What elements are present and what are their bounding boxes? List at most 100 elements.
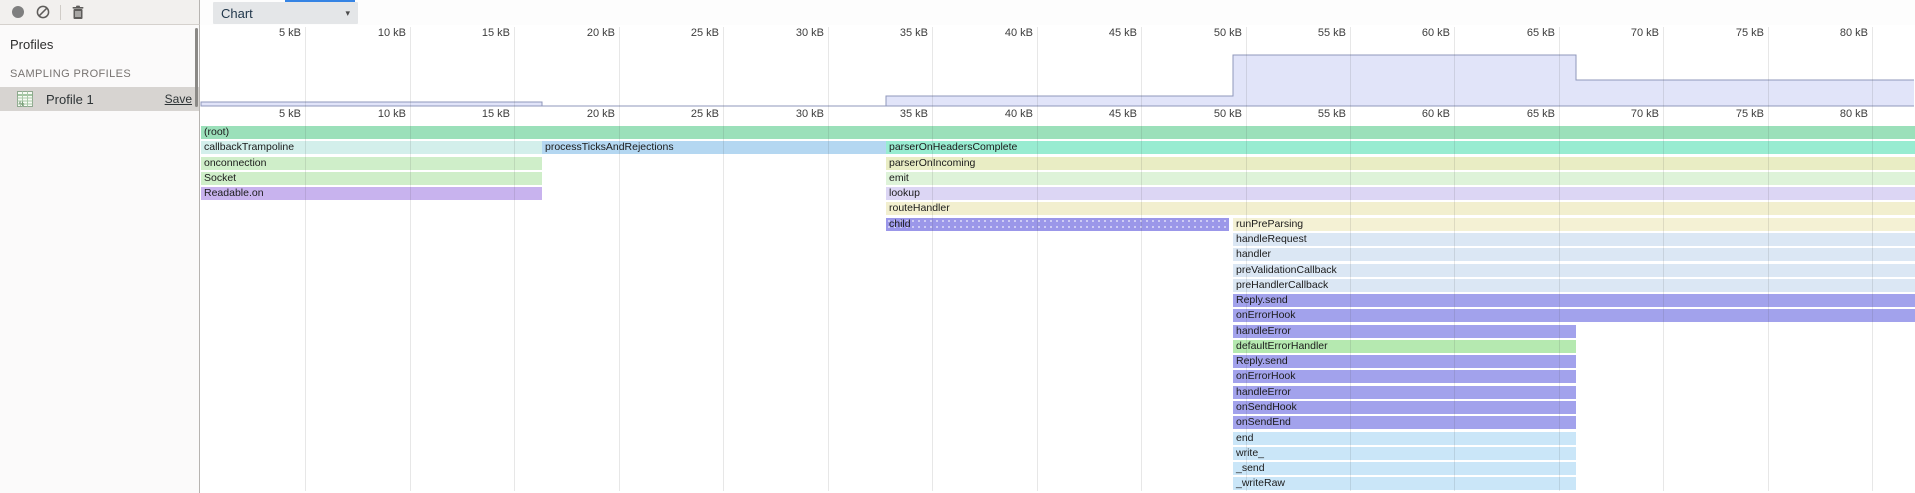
profiles-sidebar: Profiles SAMPLING PROFILES % Profile 1 S… [0, 25, 200, 493]
flame-segment[interactable]: onErrorHook [1233, 370, 1576, 383]
ruler-tick-label: 30 kB [764, 108, 824, 120]
flame-segment[interactable]: Readable.on [201, 187, 542, 200]
flame-segment[interactable]: emit [886, 172, 1915, 185]
flame-segment[interactable]: onSendHook [1233, 401, 1576, 414]
pane-splitter-scrollbar[interactable] [195, 28, 198, 107]
flame-segment[interactable]: handleRequest [1233, 233, 1915, 246]
flame-segment[interactable]: preValidationCallback [1233, 264, 1915, 277]
gridline [1872, 27, 1873, 491]
flame-segment[interactable]: handleError [1233, 325, 1576, 338]
ruler-tick-label: 75 kB [1704, 27, 1764, 39]
gridline [1768, 27, 1769, 491]
profile-name: Profile 1 [46, 92, 94, 107]
gridline [1141, 27, 1142, 491]
flame-segment[interactable]: onconnection [201, 157, 542, 170]
ruler-tick-label: 55 kB [1286, 108, 1346, 120]
ruler-tick-label: 25 kB [659, 108, 719, 120]
gridline [1246, 27, 1247, 491]
clear-button[interactable] [35, 4, 51, 20]
ruler-tick-label: 40 kB [973, 108, 1033, 120]
ruler-tick-label: 65 kB [1495, 27, 1555, 39]
flame-segment[interactable]: defaultErrorHandler [1233, 340, 1576, 353]
trash-icon [71, 5, 85, 20]
svg-text:%: % [19, 102, 25, 107]
record-profile-button[interactable] [10, 4, 26, 20]
ruler-tick-label: 50 kB [1182, 108, 1242, 120]
ruler-tick-label: 60 kB [1390, 108, 1450, 120]
sampling-profiles-header: SAMPLING PROFILES [0, 52, 199, 80]
ruler-tick-label: 35 kB [868, 108, 928, 120]
ruler-tick-label: 10 kB [346, 108, 406, 120]
flame-segment[interactable]: Reply.send [1233, 294, 1915, 307]
delete-profile-button[interactable] [70, 4, 86, 20]
flame-segment[interactable]: callbackTrampoline [201, 141, 542, 154]
sidebar-title: Profiles [0, 25, 199, 52]
spreadsheet-icon: % [17, 91, 33, 107]
gridline [828, 27, 829, 491]
ruler-tick-label: 30 kB [764, 27, 824, 39]
ruler-tick-label: 25 kB [659, 27, 719, 39]
flame-segment[interactable]: write_ [1233, 447, 1576, 460]
ruler-tick-label: 5 kB [241, 27, 301, 39]
ruler-tick-label: 75 kB [1704, 108, 1764, 120]
flame-segment[interactable]: (root) [201, 126, 1915, 139]
flame-segment[interactable]: _writeRaw [1233, 477, 1576, 490]
ruler-tick-label: 5 kB [241, 108, 301, 120]
flame-segment[interactable]: parserOnHeadersComplete [886, 141, 1915, 154]
flame-segment[interactable]: parserOnIncoming [886, 157, 1915, 170]
flame-segment[interactable]: child [886, 218, 1229, 231]
flame-segment[interactable]: runPreParsing [1233, 218, 1915, 231]
sampling-profiler-window: Chart ▾ Profiles SAMPLING PROFILES % Pro… [0, 0, 1915, 493]
ruler-tick-label: 65 kB [1495, 108, 1555, 120]
ruler-tick-label: 15 kB [450, 27, 510, 39]
flame-segment[interactable]: preHandlerCallback [1233, 279, 1915, 292]
profiles-toolbar [0, 0, 200, 25]
gridline [410, 27, 411, 491]
memory-overview-graph[interactable] [200, 41, 1914, 107]
flame-segment[interactable]: onErrorHook [1233, 309, 1915, 322]
gridline [305, 27, 306, 491]
flame-segment[interactable]: lookup [886, 187, 1915, 200]
chevron-down-icon: ▾ [345, 8, 350, 19]
ruler-tick-label: 20 kB [555, 27, 615, 39]
blocked-circle-icon [36, 5, 50, 19]
ruler-tick-label: 80 kB [1808, 27, 1868, 39]
record-circle-icon [12, 6, 24, 18]
gridline [1559, 27, 1560, 491]
ruler-tick-label: 80 kB [1808, 108, 1868, 120]
gridline [1037, 27, 1038, 491]
flame-segment[interactable]: handler [1233, 248, 1915, 261]
sidebar-item-profile-1[interactable]: % Profile 1 Save [0, 87, 199, 111]
ruler-tick-label: 15 kB [450, 108, 510, 120]
ruler-tick-label: 70 kB [1599, 27, 1659, 39]
gridline [932, 27, 933, 491]
flame-segment[interactable]: Socket [201, 172, 542, 185]
gridline [514, 27, 515, 491]
ruler-tick-label: 50 kB [1182, 27, 1242, 39]
view-mode-label: Chart [221, 6, 253, 21]
allocation-flame-chart-pane[interactable]: 5 kB 5 kB 10 kB 10 kB 15 kB 15 kB 20 kB 20 kB 25… [200, 25, 1915, 493]
ruler-tick-label: 45 kB [1077, 108, 1137, 120]
view-mode-select[interactable]: Chart ▾ [213, 2, 358, 24]
ruler-tick-label: 40 kB [973, 27, 1033, 39]
gridline [1454, 27, 1455, 491]
ruler-tick-label: 70 kB [1599, 108, 1659, 120]
toolbar-separator [60, 5, 61, 20]
save-profile-link[interactable]: Save [165, 92, 192, 106]
flame-segment[interactable]: onSendEnd [1233, 416, 1576, 429]
flame-segment[interactable]: routeHandler [886, 202, 1915, 215]
ruler-tick-label: 10 kB [346, 27, 406, 39]
flame-segment[interactable]: Reply.send [1233, 355, 1576, 368]
flame-segment[interactable]: handleError [1233, 386, 1576, 399]
ruler-tick-label: 55 kB [1286, 27, 1346, 39]
ruler-tick-label: 20 kB [555, 108, 615, 120]
ruler-tick-label: 60 kB [1390, 27, 1450, 39]
flame-segment[interactable]: end [1233, 432, 1576, 445]
gridline [619, 27, 620, 491]
gridline [1663, 27, 1664, 491]
chart-topbar: Chart ▾ [200, 0, 1915, 25]
ruler-tick-label: 35 kB [868, 27, 928, 39]
flame-segment[interactable]: _send [1233, 462, 1576, 475]
flame-segment[interactable]: processTicksAndRejections [542, 141, 886, 154]
ruler-tick-label: 45 kB [1077, 27, 1137, 39]
